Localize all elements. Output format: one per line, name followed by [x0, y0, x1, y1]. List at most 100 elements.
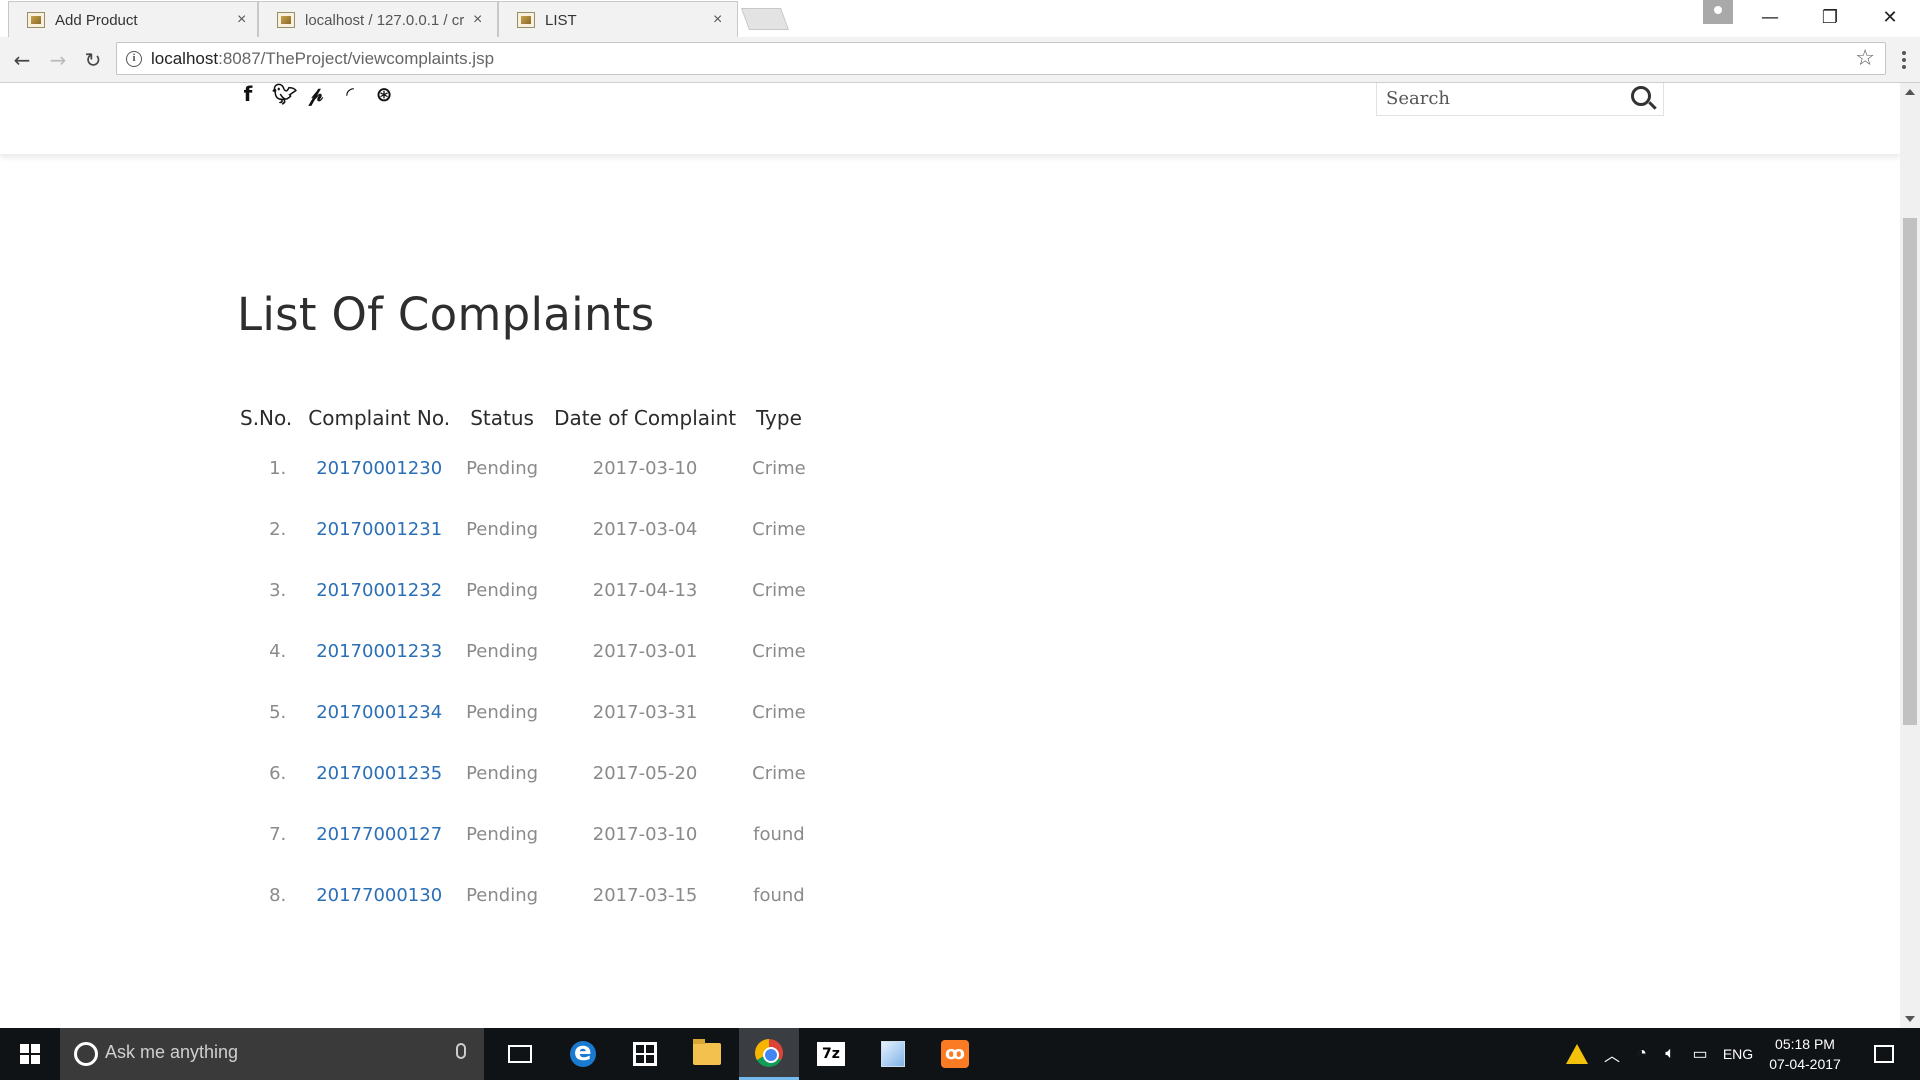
- tab-close-icon[interactable]: ×: [473, 11, 482, 29]
- taskbar-edge[interactable]: [553, 1028, 613, 1080]
- complaint-link[interactable]: 20170001233: [316, 641, 442, 662]
- url-host: localhost: [151, 49, 219, 68]
- cell-type: Crime: [752, 641, 806, 662]
- cell-status: Pending: [466, 763, 539, 784]
- cell-complaint-no: 20177000130: [300, 865, 458, 926]
- cell-type: Crime: [752, 519, 806, 540]
- cell-status: Pending: [466, 458, 539, 479]
- tab-list[interactable]: LIST ×: [498, 1, 738, 37]
- forward-button[interactable]: →: [44, 46, 72, 74]
- cell-date: 2017-03-01: [592, 641, 698, 662]
- table-row: 3. 20170001232 Pending 2017-04-13 Crime: [232, 560, 814, 621]
- battery-icon[interactable]: ▭: [1688, 1028, 1712, 1080]
- cell-status: Pending: [466, 702, 539, 723]
- network-icon[interactable]: ◔: [1630, 1028, 1654, 1080]
- virtualbox-icon: [881, 1041, 905, 1067]
- page-scrollbar[interactable]: [1900, 83, 1920, 1028]
- cell-status: Pending: [466, 885, 539, 906]
- cortana-placeholder: Ask me anything: [105, 1042, 239, 1062]
- cell-status: Pending: [466, 519, 539, 540]
- pinterest-icon[interactable]: 𝓅: [306, 83, 326, 105]
- cell-status: Pending: [466, 641, 539, 662]
- dribbble-icon[interactable]: ⊛: [374, 83, 394, 105]
- cell-date: 2017-04-13: [592, 580, 698, 601]
- table-row: 4. 20170001233 Pending 2017-03-01 Crime: [232, 621, 814, 682]
- taskbar-store[interactable]: [615, 1028, 675, 1080]
- volume-icon[interactable]: 🔈︎: [1658, 1028, 1682, 1080]
- cell-type: found: [753, 824, 805, 845]
- windows-logo-icon: [20, 1044, 40, 1064]
- profile-icon[interactable]: [1703, 0, 1733, 24]
- file-explorer-icon: [693, 1039, 721, 1065]
- favicon-icon: [277, 12, 295, 28]
- action-center-button[interactable]: [1864, 1028, 1904, 1080]
- taskbar-virtualbox[interactable]: [863, 1028, 923, 1080]
- address-bar[interactable]: i localhost:8087/TheProject/viewcomplain…: [116, 42, 1886, 75]
- complaint-link[interactable]: 20177000127: [316, 824, 442, 845]
- info-icon[interactable]: i: [126, 51, 142, 67]
- url-text[interactable]: localhost:8087/TheProject/viewcomplaints…: [151, 49, 494, 69]
- cell-complaint-no: 20170001233: [300, 621, 458, 682]
- cell-complaint-no: 20170001234: [300, 682, 458, 743]
- warning-icon: [1566, 1044, 1588, 1064]
- favicon-icon: [517, 12, 535, 28]
- scroll-thumb[interactable]: [1903, 218, 1917, 725]
- cell-date: 2017-05-20: [592, 763, 698, 784]
- cell-complaint-no: 20170001232: [300, 560, 458, 621]
- table-row: 1. 20170001230 Pending 2017-03-10 Crime: [232, 438, 814, 499]
- tab-add-product[interactable]: Add Product ×: [8, 1, 258, 37]
- taskbar-file-explorer[interactable]: [677, 1028, 737, 1080]
- complaint-link[interactable]: 20170001235: [316, 763, 442, 784]
- tab-title: localhost / 127.0.0.1 / cri: [305, 12, 465, 29]
- complaint-link[interactable]: 20170001231: [316, 519, 442, 540]
- facebook-icon[interactable]: f: [238, 83, 258, 105]
- new-tab-button[interactable]: [740, 8, 790, 30]
- tab-close-icon[interactable]: ×: [713, 11, 722, 29]
- cell-date: 2017-03-15: [592, 885, 698, 906]
- cell-sno: 5.: [269, 702, 287, 723]
- close-window-button[interactable]: ✕: [1860, 0, 1920, 34]
- cell-complaint-no: 20170001235: [300, 743, 458, 804]
- cell-type: Crime: [752, 763, 806, 784]
- favicon-icon: [27, 12, 45, 28]
- taskbar-7zip[interactable]: 7z: [801, 1028, 861, 1080]
- twitter-icon[interactable]: 🐦︎: [272, 83, 297, 105]
- table-row: 6. 20170001235 Pending 2017-05-20 Crime: [232, 743, 814, 804]
- scroll-up-icon[interactable]: [1905, 89, 1915, 95]
- search-input[interactable]: [1386, 83, 1616, 113]
- cortana-icon: [74, 1042, 98, 1066]
- search-icon[interactable]: [1631, 86, 1651, 106]
- cell-date: 2017-03-10: [592, 458, 698, 479]
- system-clock[interactable]: 05:18 PM 07-04-2017: [1762, 1034, 1848, 1074]
- start-button[interactable]: [0, 1028, 60, 1080]
- bookmark-star-icon[interactable]: ☆: [1855, 46, 1875, 71]
- scroll-down-icon[interactable]: [1905, 1016, 1915, 1022]
- cell-type: Crime: [752, 702, 806, 723]
- column-header-status: Status: [470, 406, 534, 430]
- microphone-icon[interactable]: [456, 1043, 466, 1059]
- cortana-search[interactable]: Ask me anything: [60, 1028, 484, 1080]
- reload-button[interactable]: ↻: [79, 46, 107, 74]
- restore-button[interactable]: ❐: [1800, 0, 1860, 34]
- tray-overflow-icon[interactable]: ︿: [1600, 1028, 1624, 1080]
- tray-warning[interactable]: [1560, 1028, 1594, 1080]
- back-button[interactable]: ←: [8, 46, 36, 74]
- complaints-table: S.No. Complaint No. Status Date of Compl…: [232, 398, 814, 926]
- complaint-link[interactable]: 20170001232: [316, 580, 442, 601]
- taskbar-xampp[interactable]: ꝏ: [925, 1028, 985, 1080]
- complaint-link[interactable]: 20170001230: [316, 458, 442, 479]
- complaint-link[interactable]: 20170001234: [316, 702, 442, 723]
- table-row: 8. 20177000130 Pending 2017-03-15 found: [232, 865, 814, 926]
- complaint-link[interactable]: 20177000130: [316, 885, 442, 906]
- minimize-button[interactable]: —: [1740, 0, 1800, 34]
- windows-taskbar: Ask me anything 7z ꝏ ︿ ◔ 🔈︎ ▭ ENG 05:18 …: [0, 1028, 1920, 1080]
- rss-icon[interactable]: ◜: [340, 83, 360, 105]
- browser-menu-icon[interactable]: [1902, 51, 1906, 69]
- page-title: List Of Complaints: [237, 288, 655, 341]
- tab-close-icon[interactable]: ×: [237, 11, 246, 29]
- language-indicator[interactable]: ENG: [1718, 1028, 1758, 1080]
- column-header-complaint-no: Complaint No.: [308, 406, 451, 430]
- taskbar-chrome[interactable]: [739, 1028, 799, 1080]
- tab-phpmyadmin[interactable]: localhost / 127.0.0.1 / cri ×: [258, 1, 498, 37]
- task-view-button[interactable]: [490, 1028, 550, 1080]
